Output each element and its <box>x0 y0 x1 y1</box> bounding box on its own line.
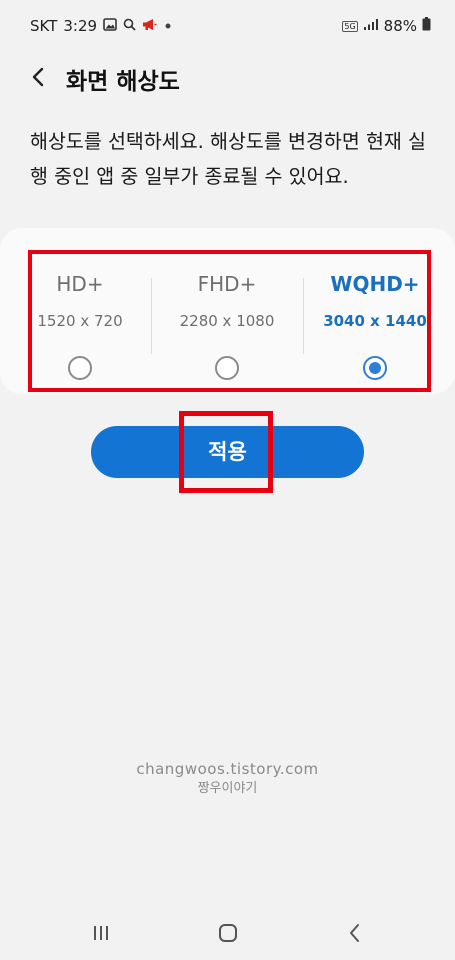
clock: 3:29 <box>63 17 98 35</box>
battery-percent: 88% <box>383 17 417 35</box>
home-icon[interactable] <box>215 920 241 946</box>
back-arrow-icon[interactable] <box>26 64 52 90</box>
network-badge: 5G <box>342 20 358 32</box>
megaphone-icon <box>142 17 157 35</box>
watermark-name: 짱우이야기 <box>197 781 258 796</box>
watermark-url: changwoos.tistory.com <box>136 760 319 778</box>
status-bar: SKT 3:29 5G 88% <box>0 0 455 52</box>
app-bar: 화면 해상도 <box>0 56 455 100</box>
navigation-bar <box>0 910 455 954</box>
highlight-box-options <box>28 250 431 392</box>
gallery-icon <box>103 17 117 35</box>
battery-icon <box>422 17 431 35</box>
search-icon <box>123 17 136 35</box>
page-title: 화면 해상도 <box>66 69 180 95</box>
dot-icon <box>163 17 173 35</box>
recent-apps-icon[interactable] <box>88 920 114 946</box>
status-left: SKT 3:29 <box>30 17 173 35</box>
carrier-label: SKT <box>30 17 58 35</box>
status-right: 5G 88% <box>342 17 431 35</box>
signal-icon <box>363 17 379 35</box>
highlight-box-apply <box>179 411 273 493</box>
description-text: 해상도를 선택하세요. 해상도를 변경하면 현재 실행 중인 앱 중 일부가 종… <box>30 130 426 188</box>
back-icon[interactable] <box>342 920 368 946</box>
